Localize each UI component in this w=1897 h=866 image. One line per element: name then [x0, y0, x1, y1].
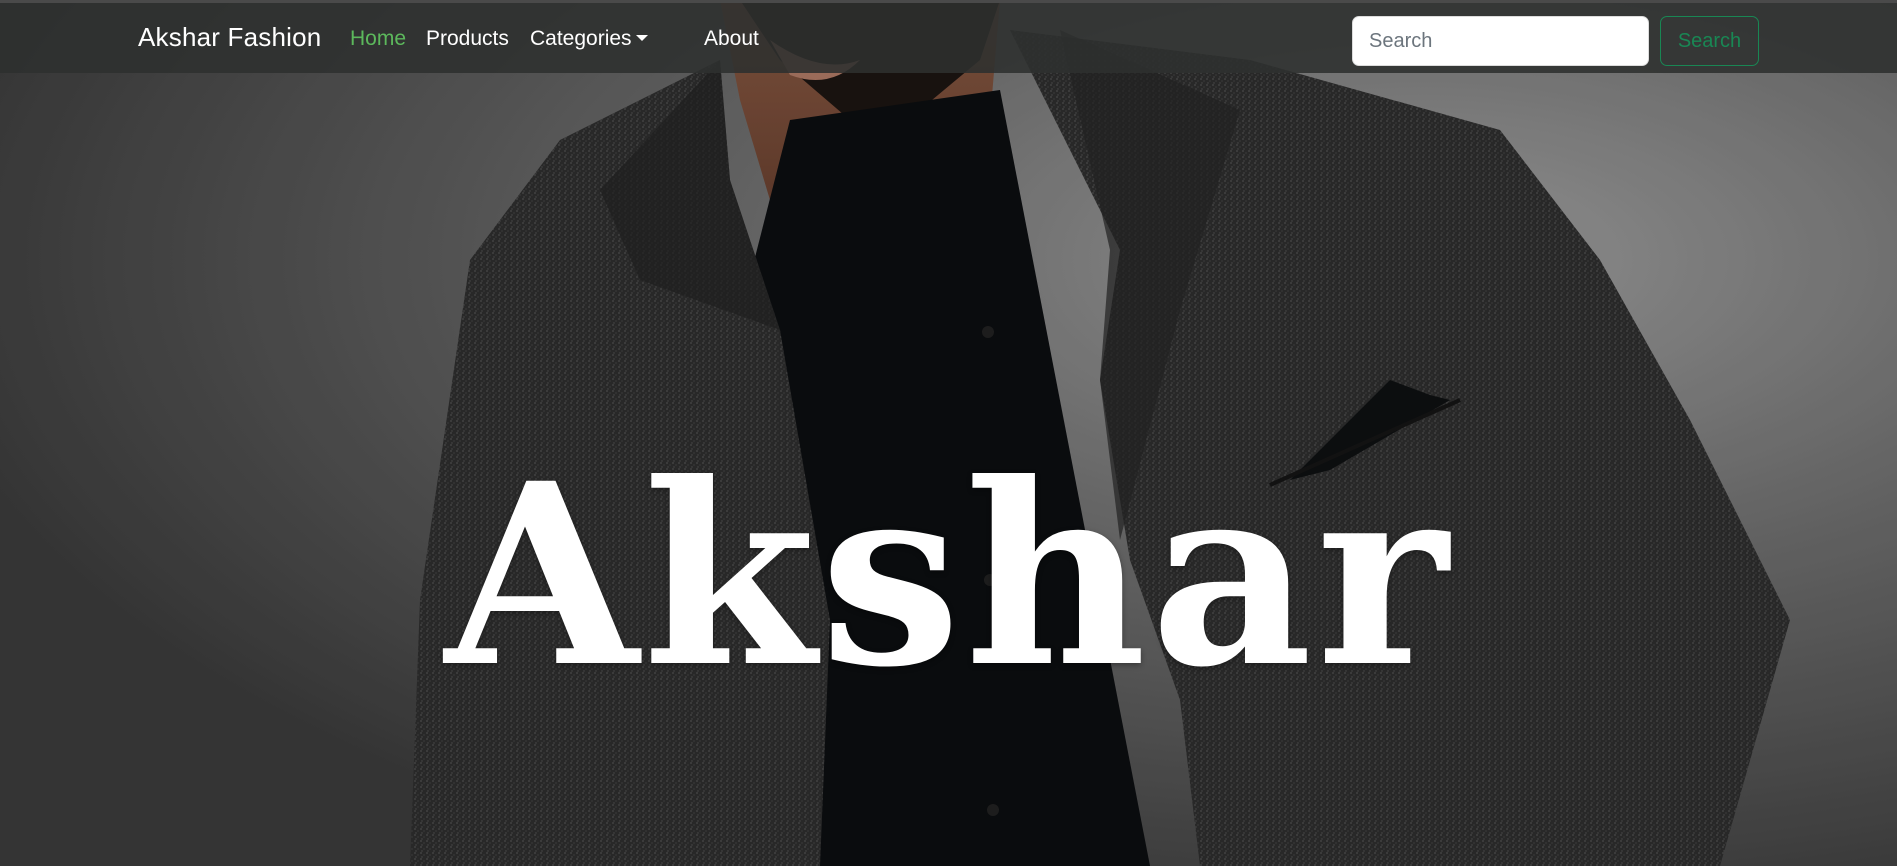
- hero-banner: Akshar: [0, 0, 1897, 866]
- hero-title: Akshar: [444, 428, 1453, 722]
- search-input[interactable]: [1352, 16, 1649, 66]
- nav-link-products[interactable]: Products: [426, 27, 509, 51]
- nav-categories-label: Categories: [530, 27, 632, 50]
- brand-logo-link[interactable]: Akshar Fashion: [138, 22, 321, 53]
- nav-link-about[interactable]: About: [704, 27, 759, 51]
- search-button[interactable]: Search: [1660, 16, 1759, 66]
- nav-dropdown-categories[interactable]: Categories: [530, 27, 648, 51]
- nav-link-home[interactable]: Home: [350, 27, 406, 51]
- caret-down-icon: [635, 35, 648, 41]
- navbar: Akshar Fashion Home Products Categories …: [0, 0, 1897, 73]
